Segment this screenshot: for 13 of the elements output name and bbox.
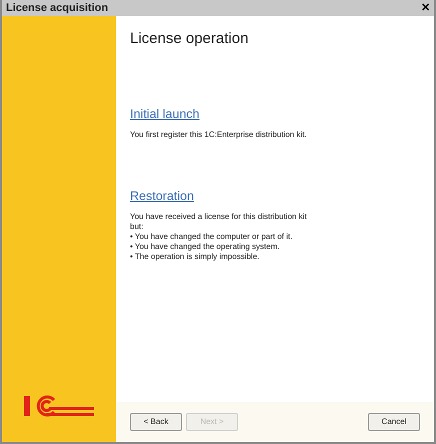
option-link[interactable]: Restoration [130, 186, 194, 206]
back-button[interactable]: < Back [130, 413, 182, 431]
cancel-button[interactable]: Cancel [368, 413, 420, 431]
reason-item: • The operation is simply impossible. [130, 252, 260, 262]
reason-item: • You have changed the computer or part of it. [130, 232, 294, 242]
window-title: License acquisition [6, 0, 108, 16]
close-button[interactable]: ✕ [421, 2, 430, 14]
page-heading: License operation [130, 30, 250, 48]
logo-icon [22, 394, 96, 418]
reason-item: • You have changed the operating system. [130, 242, 281, 252]
option-description: You have received a license for this distribution kit but: [130, 212, 308, 232]
option-description: You first register this 1C:Enterprise distribution kit. [130, 130, 308, 140]
option-link[interactable]: Initial launch [130, 105, 200, 124]
